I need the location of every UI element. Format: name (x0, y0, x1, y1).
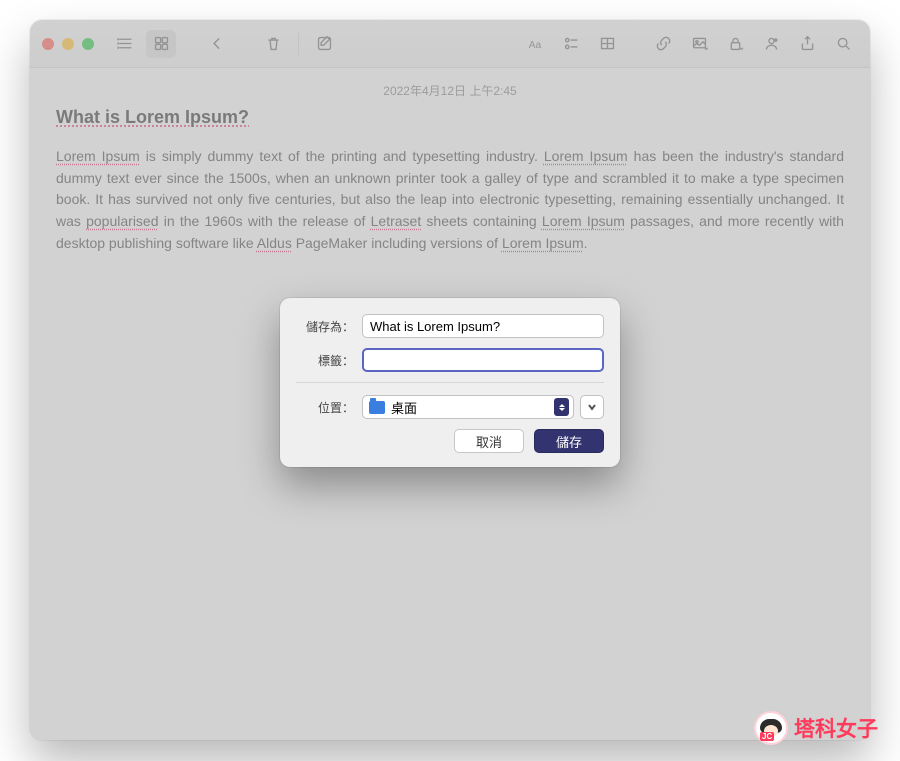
close-window-button[interactable] (42, 38, 54, 50)
collaborate-button[interactable] (756, 30, 786, 58)
note-timestamp: 2022年4月12日 上午2:45 (56, 82, 844, 99)
table-button[interactable] (592, 30, 622, 58)
expand-sheet-button[interactable] (580, 395, 604, 419)
tags-input[interactable] (362, 348, 604, 372)
new-note-button[interactable] (309, 30, 339, 58)
back-button[interactable] (202, 30, 232, 58)
save-button[interactable]: 儲存 (534, 429, 604, 453)
lock-button[interactable] (720, 30, 750, 58)
select-stepper-icon (554, 398, 569, 416)
note-body: 2022年4月12日 上午2:45 What is Lorem Ipsum? L… (30, 68, 870, 268)
watermark-avatar-icon: JC (754, 711, 788, 745)
location-value: 桌面 (391, 398, 417, 417)
list-view-button[interactable] (110, 30, 140, 58)
tags-label: 標籤： (296, 352, 354, 369)
location-select[interactable]: 桌面 (362, 395, 574, 419)
format-button[interactable]: Aa (520, 30, 550, 58)
watermark-badge: JC (760, 732, 774, 741)
note-title: What is Lorem Ipsum? (56, 107, 844, 128)
share-button[interactable] (792, 30, 822, 58)
save-sheet: 儲存為： 標籤： 位置： 桌面 取消 (280, 298, 620, 467)
zoom-window-button[interactable] (82, 38, 94, 50)
media-button[interactable] (684, 30, 714, 58)
delete-button[interactable] (258, 30, 288, 58)
save-as-input[interactable] (362, 314, 604, 338)
minimize-window-button[interactable] (62, 38, 74, 50)
search-button[interactable] (828, 30, 858, 58)
watermark-text: 塔科女子 (794, 713, 878, 743)
sheet-divider (296, 382, 604, 383)
watermark: JC 塔科女子 (754, 711, 878, 745)
cancel-button[interactable]: 取消 (454, 429, 524, 453)
save-as-label: 儲存為： (296, 318, 354, 335)
link-button[interactable] (648, 30, 678, 58)
folder-icon (369, 401, 385, 414)
toolbar-separator (298, 33, 299, 55)
toolbar: Aa (30, 20, 870, 68)
notes-window: Aa 2022年4月12日 上午2:45 What is Lorem Ipsum… (30, 20, 870, 740)
note-paragraph: Lorem Ipsum is simply dummy text of the … (56, 146, 844, 254)
gallery-view-button[interactable] (146, 30, 176, 58)
checklist-button[interactable] (556, 30, 586, 58)
svg-text:Aa: Aa (528, 40, 541, 51)
window-controls (42, 38, 94, 50)
location-label: 位置： (296, 399, 354, 416)
